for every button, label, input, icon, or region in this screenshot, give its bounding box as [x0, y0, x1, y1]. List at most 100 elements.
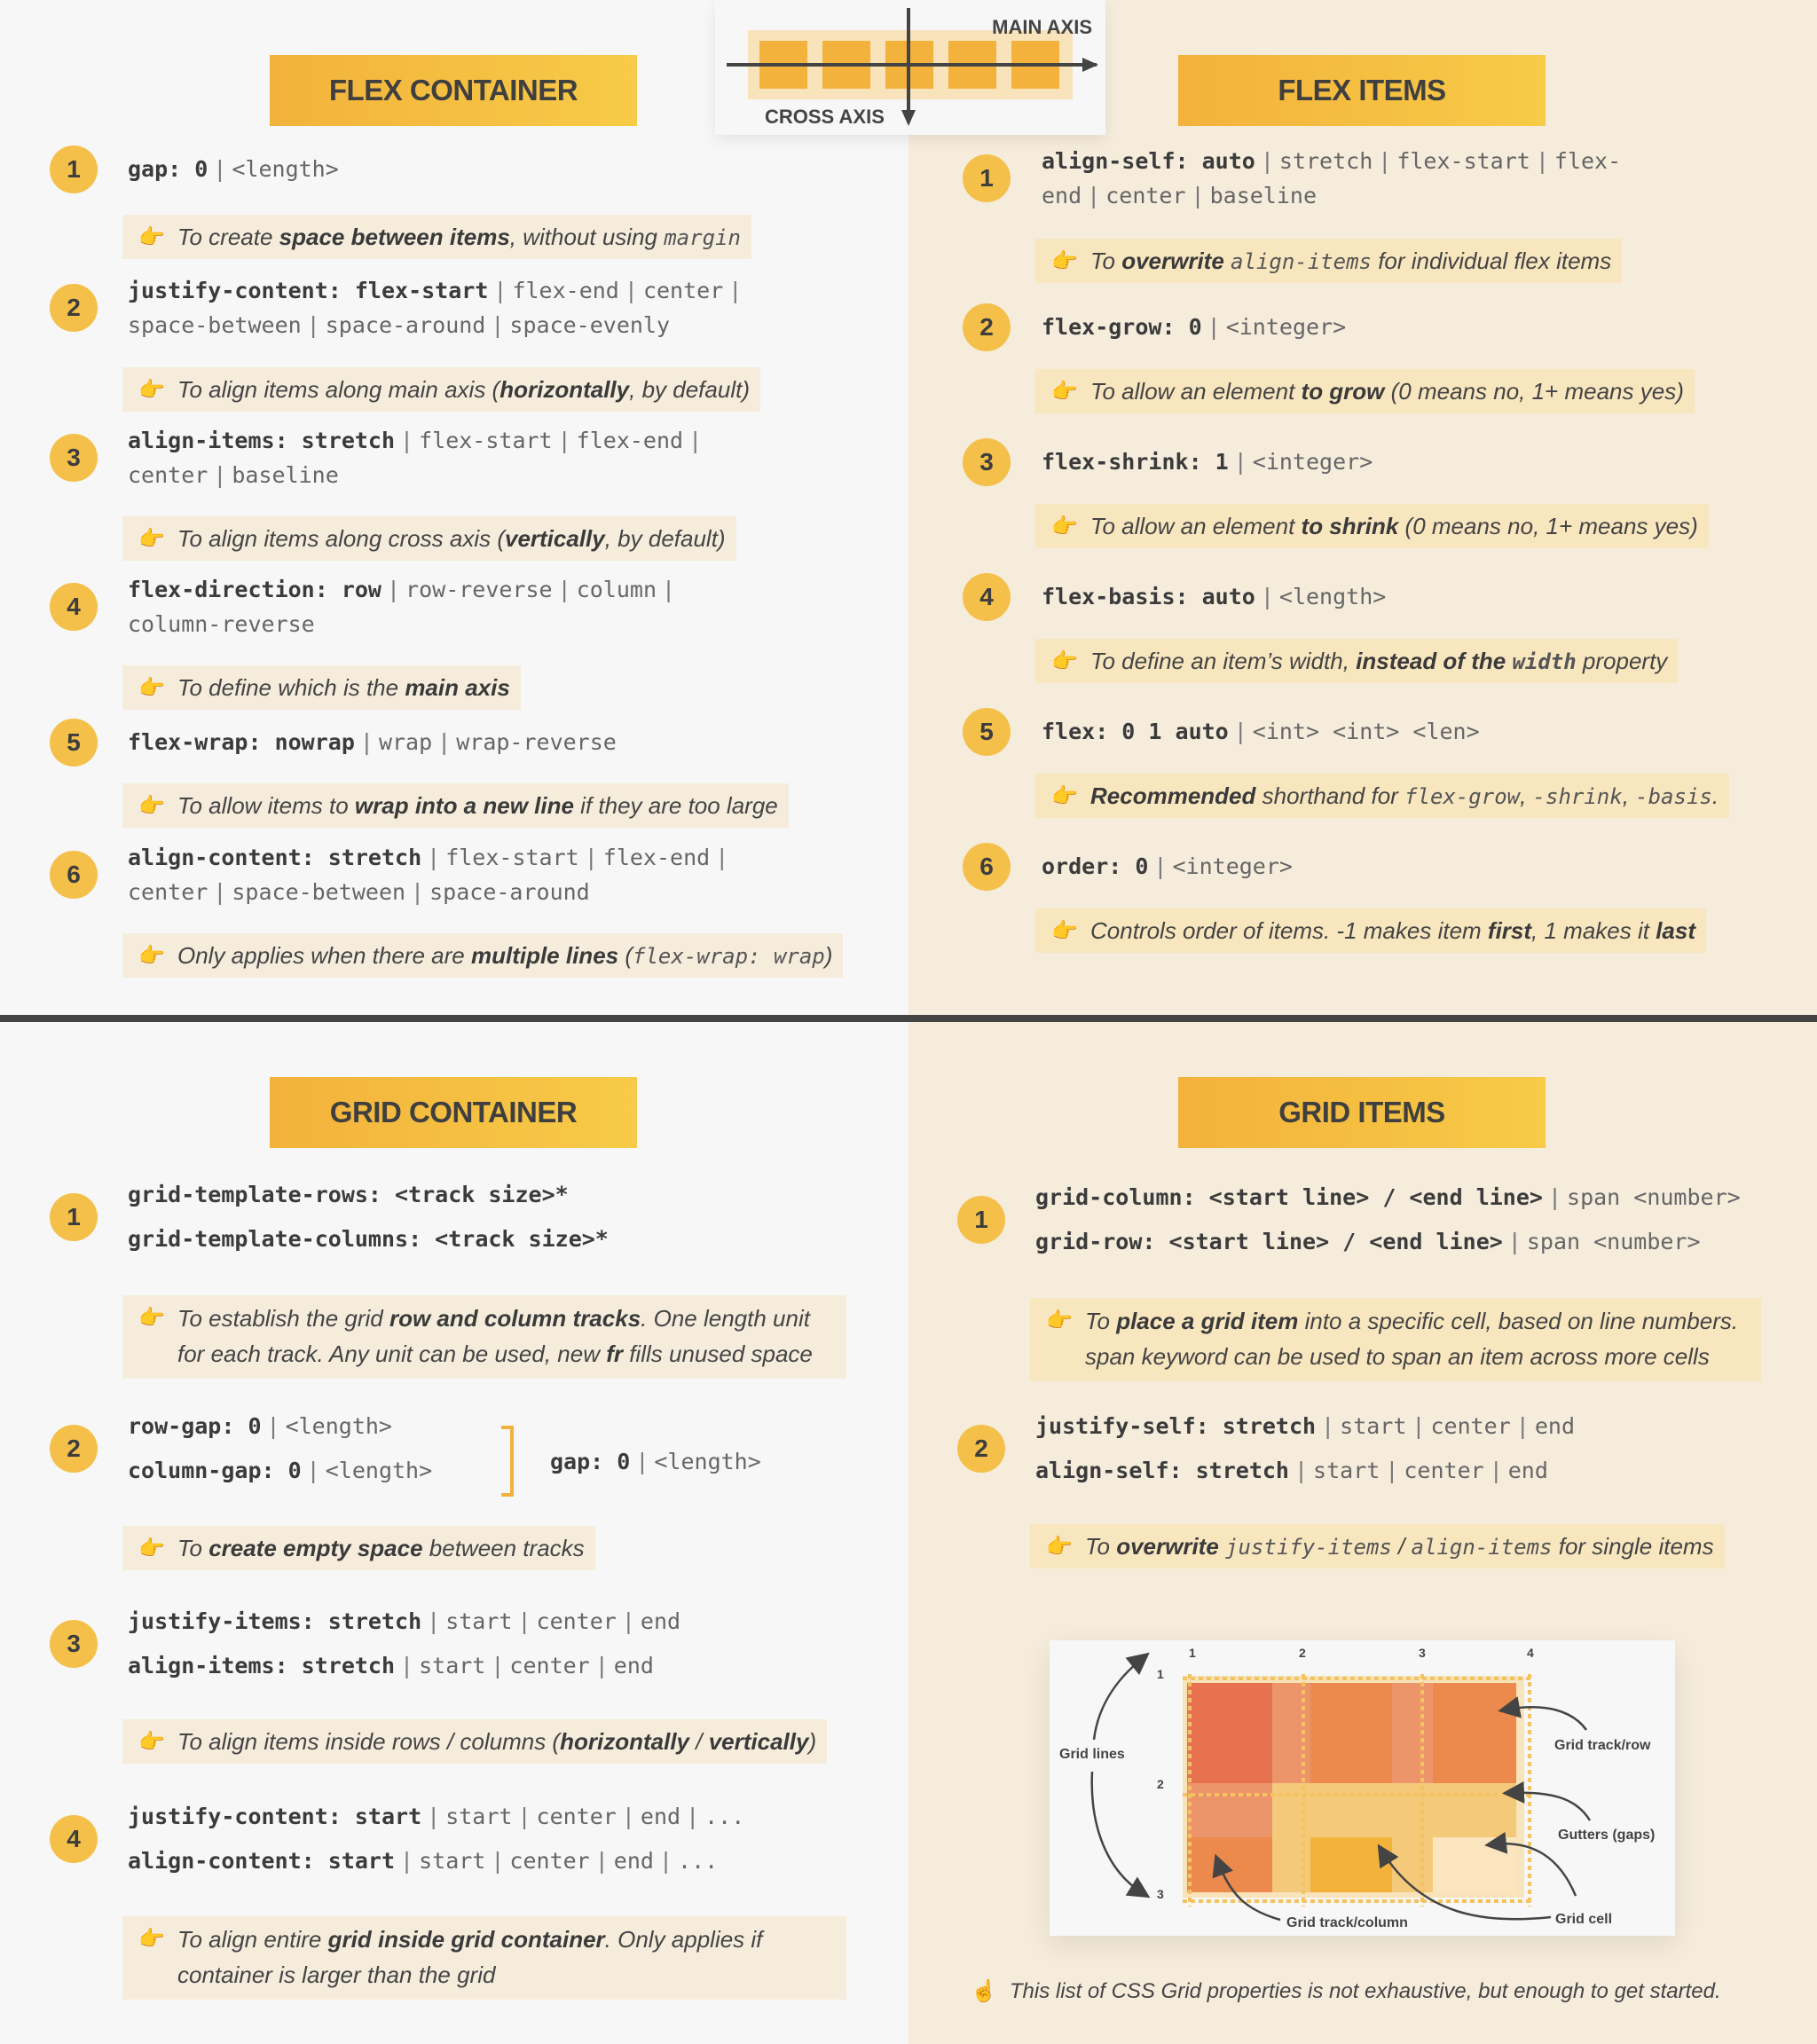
- text: (: [618, 941, 633, 969]
- separator: |: [594, 1848, 609, 1874]
- pointing-hand-icon: 👉: [1051, 248, 1078, 273]
- text: <length>: [285, 1413, 392, 1439]
- note-text: To overwrite justify-items / align-items…: [1085, 1533, 1714, 1561]
- text: /: [689, 1727, 709, 1755]
- emphasis: first: [1487, 916, 1532, 944]
- separator: |: [359, 729, 374, 755]
- separator: |: [491, 1848, 505, 1874]
- text: end: [640, 1608, 681, 1634]
- text: To establish the grid: [177, 1305, 389, 1332]
- emphasis: vertically: [504, 524, 605, 552]
- text: end: [1507, 1458, 1548, 1483]
- text: To: [1090, 247, 1122, 274]
- text: end: [613, 1653, 654, 1678]
- text: center: [536, 1608, 617, 1634]
- emphasis: Recommended: [1090, 782, 1256, 809]
- text: space-around: [325, 312, 486, 338]
- property-syntax: justify-content: flex-start | flex-end | cen…: [128, 273, 747, 308]
- property-syntax: space-between | space-around | space-evenly: [128, 308, 670, 342]
- separator: |: [493, 278, 507, 303]
- footer-text: This list of CSS Grid properties is not …: [1009, 1979, 1721, 2003]
- inline-code: align-items: [1411, 1534, 1553, 1560]
- text: ,: [1622, 782, 1636, 809]
- number-badge: 5: [50, 718, 98, 766]
- grid-items-heading: GRID ITEMS: [1178, 1077, 1546, 1155]
- note-text: To align entire grid inside grid contain…: [177, 1922, 836, 1993]
- emphasis: to grow: [1301, 377, 1385, 405]
- main-axis-label: MAIN AXIS: [992, 16, 1092, 38]
- separator: |: [306, 312, 320, 338]
- emphasis: wrap into a new line: [354, 791, 574, 819]
- emphasis: flex: 0 1 auto: [1042, 719, 1229, 744]
- emphasis: multiple lines: [470, 941, 619, 969]
- number-badge: 2: [50, 1424, 98, 1473]
- separator: |: [213, 462, 227, 488]
- pointing-hand-icon: 👉: [1051, 649, 1078, 673]
- text: for single items: [1552, 1532, 1714, 1560]
- pointing-hand-icon: 👉: [138, 1536, 165, 1561]
- emphasis: align-content: start: [128, 1848, 396, 1874]
- text: column-reverse: [128, 611, 315, 637]
- text: To create: [177, 223, 279, 250]
- text: center: [128, 462, 208, 488]
- emphasis: align-content: stretch: [128, 845, 422, 870]
- number-badge: 6: [50, 851, 98, 899]
- text: To define an item’s width,: [1090, 647, 1357, 674]
- number-badge: 1: [50, 1192, 98, 1241]
- property-syntax: grid-column: <start line> / <end line> | s…: [1035, 1180, 1741, 1215]
- row-gutter-c1: [1187, 1783, 1272, 1837]
- separator: |: [688, 428, 703, 453]
- separator: |: [1507, 1229, 1522, 1254]
- pointing-hand-icon: 👉: [138, 526, 165, 551]
- text: center: [536, 1804, 617, 1829]
- separator: |: [1378, 148, 1392, 174]
- text: To allow an element: [1090, 512, 1302, 539]
- text: wrap: [378, 729, 433, 755]
- separator: |: [1233, 449, 1247, 475]
- property-syntax: center | space-between | space-around: [128, 875, 590, 909]
- flex-items-heading: FLEX ITEMS: [1178, 55, 1546, 133]
- col-line-1: 1: [1189, 1646, 1196, 1660]
- label-grid-track-column: Grid track/column: [1286, 1915, 1408, 1930]
- emphasis: overwrite: [1116, 1532, 1219, 1560]
- pointing-hand-icon: 👉: [138, 377, 165, 402]
- property-syntax: order: 0 | <integer>: [1042, 849, 1293, 884]
- text: [1224, 248, 1231, 274]
- note-text: To align items inside rows / columns (ho…: [177, 1728, 816, 1756]
- separator: |: [427, 1608, 441, 1634]
- emphasis: row-gap: 0: [128, 1413, 262, 1439]
- pointing-hand-icon: 👉: [138, 1927, 165, 1951]
- text: , by default): [604, 524, 726, 552]
- note-text: To define an item’s width, instead of th…: [1090, 648, 1667, 675]
- pointing-hand-icon: 👉: [1051, 783, 1078, 808]
- separator: |: [411, 879, 425, 905]
- text: baseline: [232, 462, 339, 488]
- description-note: 👉 Recommended shorthand for flex-grow, -s…: [1035, 774, 1730, 818]
- emphasis: justify-items: stretch: [128, 1608, 422, 1634]
- property-syntax: align-items: stretch | start | center | end: [128, 1648, 654, 1683]
- emphasis: space between items: [279, 223, 510, 250]
- separator: |: [557, 428, 571, 453]
- separator: |: [557, 577, 571, 602]
- text: span <number>: [1567, 1184, 1741, 1210]
- text: <length>: [654, 1449, 761, 1474]
- text: column: [576, 577, 657, 602]
- note-text: Only applies when there are multiple lin…: [177, 942, 832, 970]
- text: space-between: [232, 879, 406, 905]
- text: flex-end: [576, 428, 684, 453]
- flex-axis-diagram: MAIN AXIS CROSS AXIS: [715, 0, 1105, 135]
- emphasis: fr: [606, 1340, 623, 1367]
- text: flex-start: [445, 845, 579, 870]
- cross-axis-arrow-icon: [901, 110, 916, 126]
- separator: |: [491, 1653, 505, 1678]
- text: property: [1576, 647, 1668, 674]
- text: between tracks: [422, 1534, 585, 1561]
- text: start: [445, 1608, 513, 1634]
- inline-code: -basis: [1635, 783, 1712, 809]
- separator: |: [491, 312, 505, 338]
- emphasis: gap: 0: [550, 1449, 631, 1474]
- note-text: To create space between items, without u…: [177, 224, 741, 251]
- description-note: 👉 To place a grid item into a specific ce…: [1030, 1298, 1761, 1381]
- note-text: To allow items to wrap into a new line i…: [177, 792, 778, 820]
- emphasis: column-gap: 0: [128, 1458, 302, 1483]
